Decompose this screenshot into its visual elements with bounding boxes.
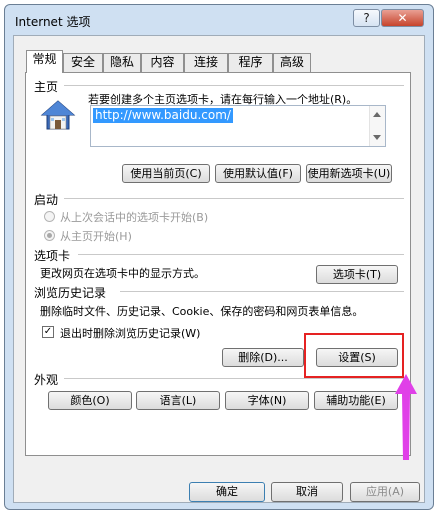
startup-section-label: 启动: [34, 193, 59, 207]
appearance-divider: [64, 378, 404, 379]
use-new-tab-button[interactable]: 使用新选项卡(U): [306, 164, 392, 183]
title-bar: Internet 选项 ? ✕: [5, 5, 433, 33]
tab-content[interactable]: 内容: [141, 53, 184, 72]
tab-security[interactable]: 安全: [63, 53, 103, 72]
languages-button[interactable]: 语言(L): [136, 391, 220, 410]
house-icon: [40, 99, 76, 131]
colors-button[interactable]: 颜色(O): [48, 391, 132, 410]
dialog-body: 常规 安全 隐私 内容 连接 程序 高级 主页 若要创建多个主页选项卡，请在每行…: [13, 35, 425, 503]
accessibility-button[interactable]: 辅助功能(E): [314, 391, 398, 410]
tab-general[interactable]: 常规: [26, 50, 63, 73]
tabs-section-label: 选项卡: [34, 249, 71, 263]
tab-privacy[interactable]: 隐私: [103, 53, 141, 72]
history-divider: [120, 291, 404, 292]
startup-divider: [64, 198, 404, 199]
radio-homepage[interactable]: [44, 230, 55, 241]
ok-button[interactable]: 确定: [189, 482, 265, 502]
settings-highlight-box: [304, 333, 404, 378]
tab-advanced[interactable]: 高级: [273, 53, 311, 72]
delete-on-exit-label: 退出时删除浏览历史记录(W): [60, 327, 201, 340]
textarea-scrollbar[interactable]: [369, 106, 385, 146]
history-description: 删除临时文件、历史记录、Cookie、保存的密码和网页表单信息。: [40, 305, 364, 318]
pointer-arrow-icon: [393, 372, 419, 462]
close-button[interactable]: ✕: [381, 9, 424, 27]
radio-last-session[interactable]: [44, 211, 55, 222]
apply-button[interactable]: 应用(A): [350, 482, 420, 502]
cancel-button[interactable]: 取消: [271, 482, 343, 502]
homepage-divider: [64, 85, 404, 86]
use-default-button[interactable]: 使用默认值(F): [215, 164, 301, 183]
homepage-url-text: http://www.baidu.com/: [93, 108, 233, 123]
tabs-settings-button[interactable]: 选项卡(T): [316, 265, 398, 284]
tabs-description: 更改网页在选项卡中的显示方式。: [40, 267, 205, 280]
window-title: Internet 选项: [15, 15, 91, 29]
fonts-button[interactable]: 字体(N): [225, 391, 309, 410]
homepage-url-textarea[interactable]: http://www.baidu.com/: [90, 105, 386, 147]
help-button[interactable]: ?: [353, 9, 380, 27]
use-current-button[interactable]: 使用当前页(C): [122, 164, 210, 183]
history-section-label: 浏览历史记录: [34, 286, 107, 300]
tab-connections[interactable]: 连接: [184, 53, 228, 72]
tab-programs[interactable]: 程序: [228, 53, 273, 72]
appearance-section-label: 外观: [34, 373, 59, 387]
radio-last-session-label: 从上次会话中的选项卡开始(B): [60, 211, 209, 224]
tabs-divider: [78, 254, 404, 255]
radio-homepage-label: 从主页开始(H): [60, 230, 132, 243]
delete-on-exit-checkbox[interactable]: ✓: [42, 326, 54, 338]
homepage-section-label: 主页: [34, 80, 59, 94]
general-tab-panel: 主页 若要创建多个主页选项卡，请在每行输入一个地址(R)。 http://www…: [25, 72, 411, 456]
internet-options-dialog: Internet 选项 ? ✕ 常规 安全 隐私 内容 连接 程序 高级 主页: [4, 4, 434, 510]
delete-history-button[interactable]: 删除(D)...: [222, 348, 304, 367]
